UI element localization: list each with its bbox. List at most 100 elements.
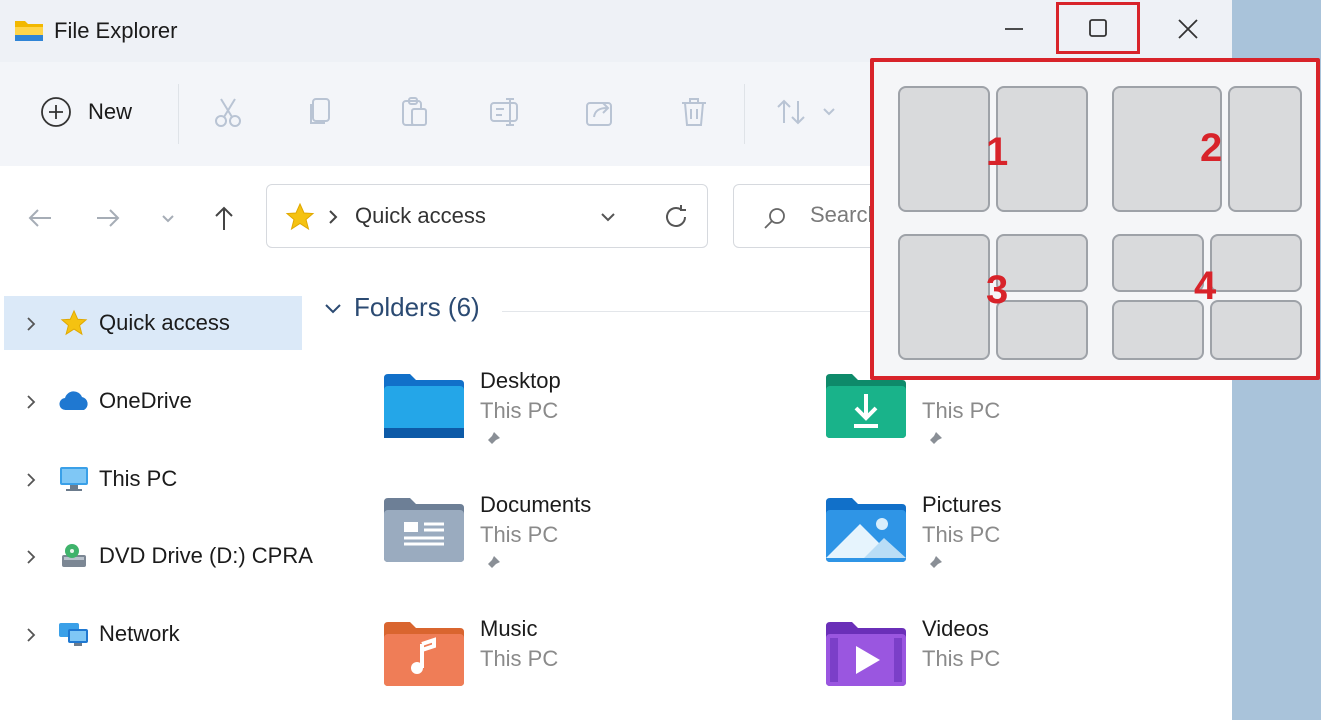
videos-folder-icon xyxy=(824,620,908,690)
chevron-down-icon xyxy=(162,215,174,223)
back-button[interactable] xyxy=(22,200,58,236)
music-folder-icon xyxy=(382,620,466,690)
snap-layout-label-3: 3 xyxy=(986,268,1009,312)
pictures-folder-icon xyxy=(824,496,908,566)
arrow-up-icon xyxy=(215,206,233,230)
snap-layout-label-1: 1 xyxy=(986,130,1009,174)
sidebar-item-onedrive[interactable]: OneDrive xyxy=(4,374,302,428)
folder-location: This PC xyxy=(480,522,559,547)
desktop-folder-icon xyxy=(382,372,466,442)
snap-layout-4-top-left-zone[interactable] xyxy=(1112,234,1204,292)
up-button[interactable] xyxy=(206,200,242,236)
rename-button[interactable] xyxy=(486,92,526,132)
toolbar-separator xyxy=(178,84,179,144)
sidebar-item-network[interactable]: Network xyxy=(4,607,302,661)
sort-button[interactable] xyxy=(772,92,842,132)
close-button[interactable] xyxy=(1146,0,1230,58)
sidebar-item-label: DVD Drive (D:) CPRA xyxy=(99,543,313,568)
folder-name: Pictures xyxy=(922,492,1002,517)
maximize-icon xyxy=(1089,19,1107,37)
delete-button[interactable] xyxy=(674,92,714,132)
sidebar-item-label: This PC xyxy=(99,466,178,491)
file-explorer-app-icon xyxy=(14,17,44,43)
snap-layout-4-top-right-zone[interactable] xyxy=(1210,234,1302,292)
folder-location: This PC xyxy=(922,398,1001,423)
sidebar-item-quick-access[interactable]: Quick access xyxy=(4,296,302,350)
refresh-icon[interactable] xyxy=(661,202,691,232)
copy-button[interactable] xyxy=(300,92,340,132)
snap-layout-3-left-zone[interactable] xyxy=(898,234,990,360)
folder-location: This PC xyxy=(922,646,1001,671)
close-icon xyxy=(1178,19,1198,39)
copy-icon xyxy=(310,98,330,124)
folders-group-header[interactable]: Folders (6) xyxy=(322,292,480,323)
chevron-right-icon[interactable] xyxy=(24,315,38,333)
maximize-button[interactable] xyxy=(1056,2,1140,54)
chevron-right-icon[interactable] xyxy=(24,548,38,566)
star-icon xyxy=(285,202,315,231)
sidebar-item-label: Network xyxy=(99,621,180,646)
title-bar: File Explorer xyxy=(0,0,1232,62)
folder-name: Music xyxy=(480,616,538,641)
clipboard-icon xyxy=(402,97,427,126)
snap-layout-2-right-zone[interactable] xyxy=(1228,86,1302,212)
snap-layout-1-left-zone[interactable] xyxy=(898,86,990,212)
folder-item-downloads[interactable]: This PC xyxy=(824,372,1224,472)
snap-layout-3-top-right-zone[interactable] xyxy=(996,234,1088,292)
cloud-icon xyxy=(58,387,90,415)
folder-item-pictures[interactable]: Pictures This PC xyxy=(824,492,1224,596)
scissors-icon xyxy=(215,98,241,127)
paste-button[interactable] xyxy=(394,92,434,132)
chevron-right-icon[interactable] xyxy=(24,471,38,489)
star-icon xyxy=(58,309,90,337)
pin-icon xyxy=(484,556,500,572)
folder-item-desktop[interactable]: Desktop This PC xyxy=(382,368,782,472)
folder-location: This PC xyxy=(480,646,559,671)
arrow-right-icon xyxy=(97,209,120,227)
address-bar[interactable]: Quick access xyxy=(266,184,708,248)
snap-layout-4-bottom-left-zone[interactable] xyxy=(1112,300,1204,360)
folder-location: This PC xyxy=(922,522,1001,547)
share-button[interactable] xyxy=(580,92,620,132)
new-button[interactable]: New xyxy=(40,96,132,128)
rename-icon xyxy=(490,98,518,126)
pin-icon xyxy=(926,556,942,572)
cut-button[interactable] xyxy=(208,92,248,132)
trash-icon xyxy=(682,98,706,126)
snap-layout-4-bottom-right-zone[interactable] xyxy=(1210,300,1302,360)
chevron-right-icon[interactable] xyxy=(24,626,38,644)
folder-item-videos[interactable]: Videos This PC xyxy=(824,616,1224,720)
folder-name: Documents xyxy=(480,492,592,517)
share-icon xyxy=(586,102,612,126)
folder-location: This PC xyxy=(480,398,559,423)
sort-icon xyxy=(777,99,835,125)
sidebar-item-dvd-drive[interactable]: DVD Drive (D:) CPRA xyxy=(4,529,313,583)
snap-layout-1-right-zone[interactable] xyxy=(996,86,1088,212)
toolbar-separator xyxy=(744,84,745,144)
chevron-right-icon[interactable] xyxy=(24,393,38,411)
chevron-right-icon xyxy=(329,210,338,224)
downloads-folder-icon xyxy=(824,372,908,442)
pin-icon xyxy=(926,432,942,448)
folder-item-music[interactable]: Music This PC xyxy=(382,616,782,720)
snap-layout-label-2: 2 xyxy=(1200,126,1223,170)
snap-layout-label-4: 4 xyxy=(1194,264,1217,308)
chevron-down-icon[interactable] xyxy=(597,207,619,227)
folder-name: Desktop xyxy=(480,368,561,393)
search-icon xyxy=(764,208,785,229)
sidebar-item-label: OneDrive xyxy=(99,388,192,413)
navigation-pane: Quick access OneDrive This PC DVD Drive … xyxy=(0,268,313,720)
forward-button[interactable] xyxy=(90,200,126,236)
network-icon xyxy=(58,620,90,648)
documents-folder-icon xyxy=(382,496,466,566)
folders-group-label: Folders (6) xyxy=(354,292,480,322)
snap-layouts-flyout: 1 2 3 4 xyxy=(870,58,1320,380)
snap-layout-3-bottom-right-zone[interactable] xyxy=(996,300,1088,360)
window-title: File Explorer xyxy=(54,18,178,43)
sidebar-item-this-pc[interactable]: This PC xyxy=(4,452,302,506)
folder-item-documents[interactable]: Documents This PC xyxy=(382,492,782,596)
recent-locations-button[interactable] xyxy=(150,200,186,236)
sidebar-item-label: Quick access xyxy=(99,310,230,335)
minimize-icon xyxy=(1005,28,1023,30)
minimize-button[interactable] xyxy=(972,0,1056,58)
